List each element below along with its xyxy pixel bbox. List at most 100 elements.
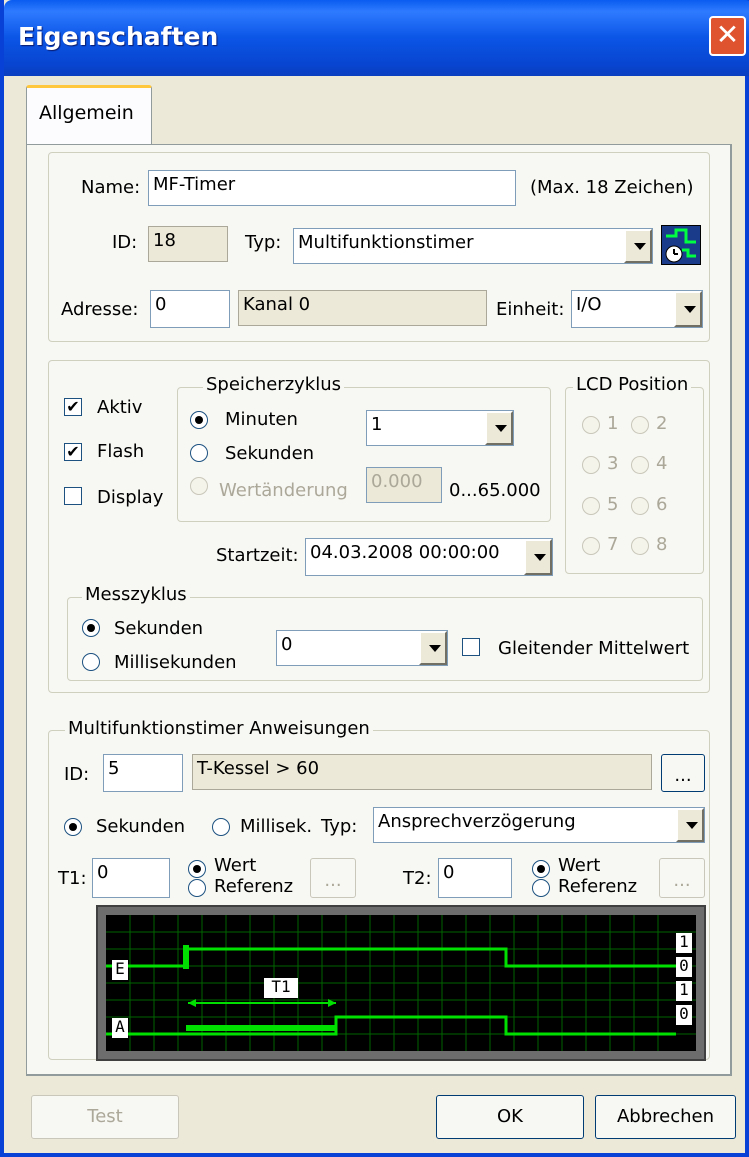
timer-millisek-label: Millisek. [240, 816, 313, 837]
lcd-radio-2 [631, 416, 649, 434]
diagram-level-1b: 1 [676, 981, 692, 1001]
mess-sekunden-label: Sekunden [114, 618, 204, 639]
diagram-level-0b: 0 [676, 1005, 692, 1025]
t2-wert-label: Wert [558, 855, 601, 876]
timer-desc-field: T-Kessel > 60 [192, 754, 652, 790]
timer-millisek-radio[interactable] [212, 818, 230, 836]
flash-label: Flash [97, 441, 145, 462]
chevron-down-icon[interactable] [674, 291, 702, 327]
timing-diagram-canvas: E A T1 1 0 1 0 [106, 915, 696, 1051]
window-title: Eigenschaften [18, 22, 219, 51]
messzyklus-value: 0 [281, 634, 293, 655]
timing-diagram: E A T1 1 0 1 0 [96, 905, 706, 1061]
properties-dialog: Eigenschaften ✕ Allgemein Name: MF-Timer… [0, 0, 749, 1157]
typ-select-value: Multifunktionstimer [298, 232, 474, 253]
name-hint: (Max. 18 Zeichen) [530, 177, 694, 198]
speicherzyklus-title: Speicherzyklus [203, 374, 345, 395]
timer-id-input[interactable]: 5 [103, 754, 183, 792]
einheit-select-value: I/O [576, 294, 602, 315]
display-label: Display [97, 487, 164, 508]
t1-referenz-radio[interactable] [188, 879, 206, 897]
lcd-label-5: 5 [607, 494, 619, 515]
input-signal-line [106, 947, 676, 968]
wertaenderung-label: Wertänderung [219, 480, 348, 501]
timer-sekunden-radio[interactable] [64, 818, 82, 836]
lcd-radio-6 [631, 497, 649, 515]
timer-id-label: ID: [64, 764, 90, 785]
chevron-down-icon[interactable] [485, 411, 513, 445]
id-field: 18 [148, 226, 228, 262]
t1-wert-label: Wert [214, 855, 257, 876]
t2-referenz-radio[interactable] [532, 879, 550, 897]
einheit-select[interactable]: I/O [571, 290, 703, 328]
sekunden-label: Sekunden [225, 443, 315, 464]
timer-typ-select[interactable]: Ansprechverzögerung [373, 807, 705, 843]
messzyklus-select[interactable]: 0 [276, 630, 448, 666]
adresse-input[interactable]: 0 [150, 290, 230, 328]
name-input[interactable]: MF-Timer [148, 170, 516, 206]
sekunden-radio[interactable] [190, 444, 208, 462]
chevron-down-icon[interactable] [419, 631, 447, 665]
startzeit-picker[interactable]: 04.03.2008 00:00:00 [305, 538, 553, 576]
einheit-label: Einheit: [496, 299, 565, 320]
minuten-radio[interactable] [190, 411, 208, 429]
display-checkbox[interactable] [64, 487, 82, 505]
lcd-label-8: 8 [656, 534, 668, 555]
cancel-button[interactable]: Abbrechen [595, 1095, 736, 1139]
gleitender-checkbox[interactable] [462, 638, 480, 656]
chevron-down-icon[interactable] [624, 229, 652, 263]
t1-wert-radio[interactable] [188, 860, 206, 878]
lcd-label-4: 4 [656, 453, 668, 474]
diagram-e-label: E [112, 960, 128, 980]
t1-browse-button: ... [310, 858, 356, 898]
typ-select[interactable]: Multifunktionstimer [293, 228, 653, 264]
startzeit-value: 04.03.2008 00:00:00 [310, 542, 500, 563]
timer-sekunden-label: Sekunden [96, 816, 186, 837]
flash-checkbox[interactable]: ✔ [64, 443, 82, 461]
mess-sekunden-radio[interactable] [82, 619, 100, 637]
timer-typ-label: Typ: [321, 816, 358, 837]
chevron-down-icon[interactable] [676, 808, 704, 842]
aktiv-label: Aktiv [97, 397, 143, 418]
lcd-radio-8 [631, 537, 649, 555]
minuten-label: Minuten [225, 409, 298, 430]
lcd-radio-7 [582, 537, 600, 555]
lcd-radio-4 [631, 456, 649, 474]
t2-label: T2: [403, 868, 432, 889]
title-bar[interactable]: Eigenschaften ✕ [4, 0, 749, 76]
lcd-radio-5 [582, 497, 600, 515]
diagram-a-label: A [112, 1018, 128, 1038]
t2-wert-radio[interactable] [532, 860, 550, 878]
input-signal-pulse [183, 945, 189, 969]
t2-input[interactable]: 0 [438, 858, 512, 898]
t1-input[interactable]: 0 [92, 858, 170, 898]
lcd-label-2: 2 [656, 413, 668, 434]
startzeit-label: Startzeit: [216, 545, 299, 566]
tab-allgemein-label: Allgemein [39, 102, 134, 124]
timer-browse-button[interactable]: ... [661, 754, 705, 792]
tab-allgemein[interactable]: Allgemein [26, 85, 152, 145]
gleitender-label: Gleitender Mittelwert [498, 638, 690, 659]
typ-label: Typ: [245, 232, 282, 253]
t2-browse-button: ... [659, 858, 705, 898]
messzyklus-title: Messzyklus [82, 584, 190, 605]
diagram-t1-label: T1 [264, 978, 298, 998]
adresse-label: Adresse: [61, 299, 139, 320]
change-value-field: 0.000 [366, 467, 442, 503]
cycle-select-value: 1 [371, 414, 383, 435]
chevron-down-icon[interactable] [524, 539, 552, 575]
lcd-label-6: 6 [656, 494, 668, 515]
timer-typ-value: Ansprechverzögerung [378, 811, 576, 832]
range-label: 0...65.000 [449, 480, 541, 501]
lcd-label-3: 3 [607, 453, 619, 474]
mess-millisekunden-radio[interactable] [82, 653, 100, 671]
lcd-title: LCD Position [573, 374, 692, 395]
t1-referenz-label: Referenz [214, 876, 294, 897]
close-icon[interactable]: ✕ [709, 16, 746, 56]
timer-title: Multifunktionstimer Anweisungen [65, 718, 373, 739]
test-button[interactable]: Test [31, 1095, 179, 1139]
cycle-select[interactable]: 1 [366, 410, 514, 446]
ok-button[interactable]: OK [436, 1095, 584, 1139]
aktiv-checkbox[interactable]: ✔ [64, 398, 82, 416]
diagram-level-0a: 0 [676, 957, 692, 977]
